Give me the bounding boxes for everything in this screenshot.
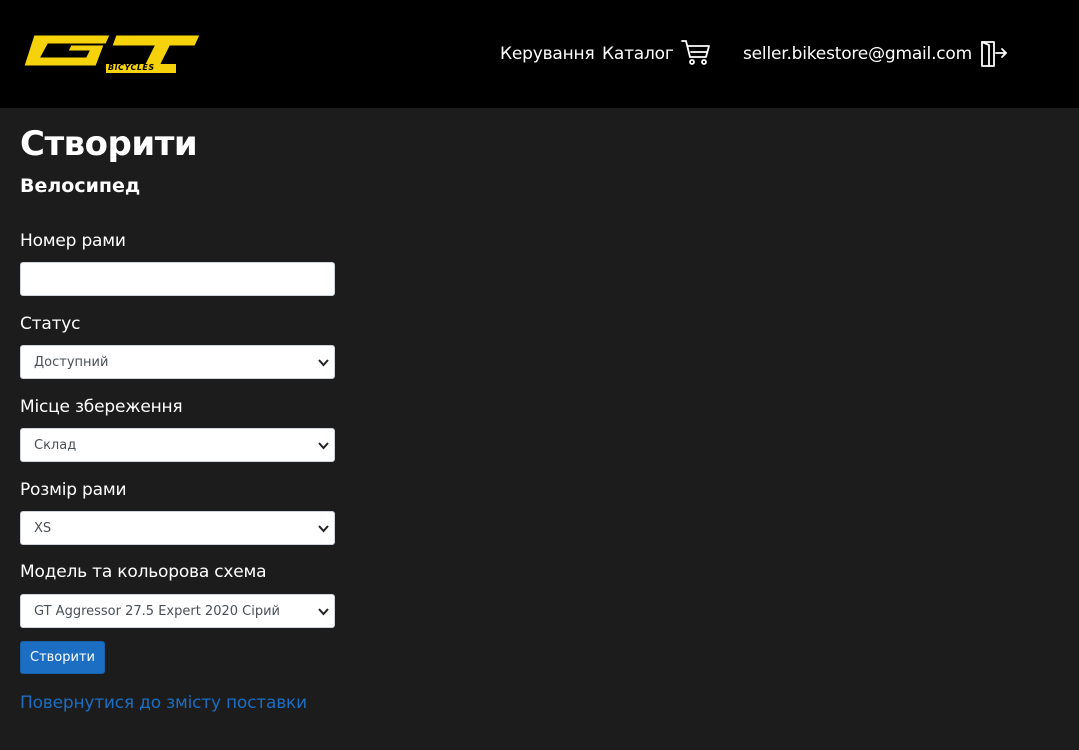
logout-icon[interactable] <box>980 40 1008 72</box>
gt-bicycles-logo[interactable]: BICYCLES <box>20 33 202 75</box>
frame-number-label: Номер рами <box>20 231 126 251</box>
status-select-value: Доступний <box>34 355 109 370</box>
chevron-down-icon <box>318 608 329 616</box>
cart-icon[interactable] <box>681 39 711 71</box>
chevron-down-icon <box>318 359 329 367</box>
top-navbar: BICYCLES Керування Каталог seller.bikest… <box>0 0 1079 108</box>
model-label: Модель та кольорова схема <box>20 562 267 582</box>
status-select[interactable]: Доступний <box>20 345 335 379</box>
frame-size-label: Розмір рами <box>20 480 127 500</box>
page-title: Створити <box>20 124 198 164</box>
model-select[interactable]: GT Aggressor 27.5 Expert 2020 Сірий <box>20 594 335 628</box>
back-to-delivery-link[interactable]: Повернутися до змісту поставки <box>20 693 307 713</box>
status-label: Статус <box>20 314 81 334</box>
user-email-link[interactable]: seller.bikestore@gmail.com <box>743 44 972 64</box>
chevron-down-icon <box>318 525 329 533</box>
nav-manage-link[interactable]: Керування <box>500 44 595 64</box>
nav-catalog-link[interactable]: Каталог <box>602 44 674 64</box>
logo-subtext: BICYCLES <box>108 63 155 72</box>
frame-number-input[interactable] <box>20 262 335 296</box>
storage-label: Місце збереження <box>20 397 183 417</box>
model-select-value: GT Aggressor 27.5 Expert 2020 Сірий <box>34 604 280 619</box>
frame-size-select-value: XS <box>34 521 52 536</box>
storage-select[interactable]: Склад <box>20 428 335 462</box>
create-button[interactable]: Створити <box>20 641 105 674</box>
storage-select-value: Склад <box>34 438 77 453</box>
page-subtitle: Велосипед <box>20 175 141 197</box>
chevron-down-icon <box>318 442 329 450</box>
frame-size-select[interactable]: XS <box>20 511 335 545</box>
